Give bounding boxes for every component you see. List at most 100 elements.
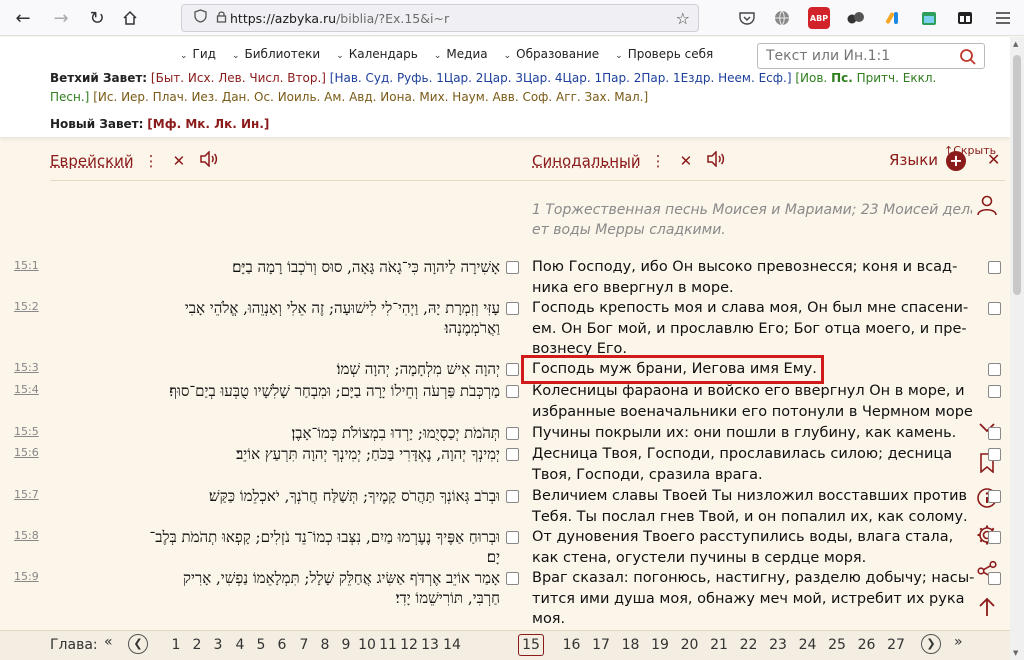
scroll-thumb[interactable] xyxy=(1013,55,1021,295)
synodal-verse-checkbox[interactable] xyxy=(988,531,1001,544)
scroll-down-icon[interactable]: ▼ xyxy=(1013,649,1018,657)
hebrew-verse-checkbox[interactable] xyxy=(506,531,519,544)
page-number[interactable]: 10 xyxy=(357,637,377,653)
hebrew-verse-checkbox[interactable] xyxy=(506,572,519,585)
page-number[interactable]: 11 xyxy=(378,637,398,653)
page-number-current[interactable]: 15 xyxy=(518,634,544,656)
prophets-links[interactable]: [Ис. Иер. Плач. Иез. Дан. Ос. Иоиль. Ам.… xyxy=(93,90,648,104)
page-number[interactable]: 5 xyxy=(251,637,271,653)
synodal-verse-checkbox[interactable] xyxy=(988,427,1001,440)
wisdom-books-links-cont[interactable]: Песн.] xyxy=(50,90,89,104)
speaker-icon[interactable] xyxy=(706,150,726,171)
page-scrollbar[interactable]: ▲ ▼ xyxy=(1010,37,1024,660)
page-number[interactable]: 12 xyxy=(399,637,419,653)
page-number[interactable]: 26 xyxy=(857,637,877,653)
page-number[interactable]: 20 xyxy=(680,637,700,653)
lock-icon[interactable] xyxy=(212,10,230,26)
container-icon[interactable] xyxy=(954,7,976,29)
bookmark-star-icon[interactable]: ☆ xyxy=(676,9,690,28)
page-number[interactable]: 6 xyxy=(272,637,292,653)
menu-hamburger-icon[interactable] xyxy=(992,7,1014,29)
last-page-icon[interactable]: » xyxy=(954,634,963,650)
page-number[interactable]: 1 xyxy=(166,637,186,653)
speaker-icon[interactable] xyxy=(199,150,219,171)
page-number[interactable]: 3 xyxy=(208,637,228,653)
hebrew-verse-checkbox[interactable] xyxy=(506,302,519,315)
more-vertical-icon[interactable]: ⋮ xyxy=(144,152,159,170)
search-input[interactable] xyxy=(757,43,985,69)
search-icon[interactable] xyxy=(959,48,977,66)
page-number[interactable]: 4 xyxy=(230,637,250,653)
page-number[interactable]: 24 xyxy=(798,637,818,653)
synodal-verse-checkbox[interactable] xyxy=(988,448,1001,461)
menu-item-libraries[interactable]: ⌄ Библиотеки xyxy=(232,47,320,61)
scroll-up-icon[interactable]: ▲ xyxy=(1013,40,1018,48)
synodal-verse-line: как стена, огустели пучины в сердце моря… xyxy=(532,549,867,566)
gospels-links[interactable]: [Мф. Мк. Лк. Ин.] xyxy=(147,117,269,131)
synodal-verse-checkbox[interactable] xyxy=(988,572,1001,585)
first-page-icon[interactable]: « xyxy=(104,634,113,650)
synodal-column-title[interactable]: Синодальный xyxy=(532,152,641,170)
page-number[interactable]: 22 xyxy=(739,637,759,653)
hebrew-verse-checkbox[interactable] xyxy=(506,363,519,376)
chapter-summary: 1 Торжественная песнь Моисея и Мариами; … xyxy=(532,200,972,240)
pocket-icon[interactable] xyxy=(736,7,758,29)
hebrew-verse-checkbox[interactable] xyxy=(506,448,519,461)
page-number[interactable]: 7 xyxy=(294,637,314,653)
hebrew-verse-checkbox[interactable] xyxy=(506,261,519,274)
globe-icon[interactable] xyxy=(771,7,793,29)
hebrew-column-title[interactable]: Еврейский xyxy=(50,152,134,170)
page-number[interactable]: 23 xyxy=(768,637,788,653)
menu-item-education[interactable]: ⌄ Образование xyxy=(504,47,600,61)
reload-icon[interactable]: ↻ xyxy=(80,3,114,33)
synodal-verse-checkbox[interactable] xyxy=(988,261,1001,274)
menu-item-calendar[interactable]: ⌄ Календарь xyxy=(336,47,418,61)
page-number[interactable]: 18 xyxy=(621,637,641,653)
page-number[interactable]: 17 xyxy=(591,637,611,653)
adblock-icon[interactable]: ABP xyxy=(808,7,830,29)
synodal-verse-checkbox[interactable] xyxy=(988,363,1001,376)
next-page-icon[interactable]: ❯ xyxy=(921,634,941,654)
page-number[interactable]: 19 xyxy=(650,637,670,653)
page-number[interactable]: 25 xyxy=(827,637,847,653)
close-icon[interactable]: ✕ xyxy=(173,152,186,170)
more-vertical-icon[interactable]: ⋮ xyxy=(651,152,666,170)
synodal-verse-checkbox[interactable] xyxy=(988,490,1001,503)
close-icon[interactable]: ✕ xyxy=(680,152,693,170)
synodal-verse-checkbox[interactable] xyxy=(988,302,1001,315)
shield-icon[interactable] xyxy=(188,9,212,27)
page-number[interactable]: 16 xyxy=(562,637,582,653)
back-arrow-icon[interactable]: ← xyxy=(6,3,40,33)
extension-dots-icon[interactable] xyxy=(845,7,867,29)
page-number[interactable]: 14 xyxy=(442,637,462,653)
menu-item-media[interactable]: ⌄ Медиа xyxy=(434,47,488,61)
hebrew-verse-checkbox[interactable] xyxy=(506,490,519,503)
pentateuch-links[interactable]: [Быт. Исх. Лев. Числ. Втор.] xyxy=(151,71,326,85)
page-number[interactable]: 27 xyxy=(886,637,906,653)
languages-button[interactable]: Языки xyxy=(889,151,938,169)
page-number[interactable]: 13 xyxy=(420,637,440,653)
home-icon[interactable] xyxy=(113,3,147,33)
hebrew-verse-checkbox[interactable] xyxy=(506,385,519,398)
prev-page-icon[interactable]: ❮ xyxy=(128,634,148,654)
menu-item-guide[interactable]: ⌄ Гид xyxy=(180,47,216,61)
user-icon[interactable] xyxy=(974,192,1000,218)
add-language-icon[interactable]: + xyxy=(946,151,966,171)
synodal-verse-checkbox[interactable] xyxy=(988,385,1001,398)
hebrew-verse-checkbox[interactable] xyxy=(506,427,519,440)
chevron-down-icon: ⌄ xyxy=(503,51,512,61)
menu-item-quiz[interactable]: ⌄ Проверь себя xyxy=(615,47,713,61)
forward-arrow-icon[interactable]: → xyxy=(44,3,78,33)
synodal-verse-line: Враг сказал: погонюсь, настигну, разделю… xyxy=(532,570,975,586)
page-number[interactable]: 8 xyxy=(315,637,335,653)
close-icon[interactable]: ✕ xyxy=(987,150,1000,169)
historical-books-links[interactable]: [Нав. Суд. Руфь. 1Цар. 2Цар. 3Цар. 4Цар.… xyxy=(330,71,792,85)
wisdom-books-links[interactable]: [Иов. Пс. Притч. Еккл. xyxy=(795,71,936,85)
tools-icon[interactable] xyxy=(882,7,904,29)
calendar-ext-icon[interactable] xyxy=(918,7,940,29)
page-number[interactable]: 21 xyxy=(709,637,729,653)
address-bar[interactable]: https://azbyka.ru/biblia/?Ex.15&i~r ☆ xyxy=(181,4,699,32)
arrow-up-icon[interactable] xyxy=(974,594,1000,620)
page-number[interactable]: 9 xyxy=(336,637,356,653)
page-number[interactable]: 2 xyxy=(187,637,207,653)
